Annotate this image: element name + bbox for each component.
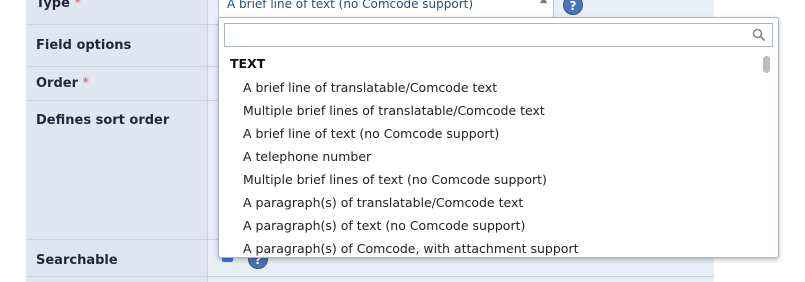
dropdown-scrollbar[interactable]: [763, 56, 770, 73]
type-select-value: A brief line of text (no Comcode support…: [227, 0, 474, 11]
dropdown-option[interactable]: A paragraph(s) of text (no Comcode suppo…: [243, 218, 525, 233]
required-marker: *: [74, 0, 81, 11]
magnifier-icon: [752, 28, 766, 42]
row-divider: [26, 276, 714, 277]
type-label-text: Type: [36, 0, 70, 11]
searchable-label: Searchable: [36, 253, 118, 268]
dropdown-option[interactable]: Multiple brief lines of text (no Comcode…: [243, 172, 547, 187]
field-options-label: Field options: [36, 38, 132, 53]
type-label: Type *: [36, 0, 81, 11]
dropdown-option[interactable]: Multiple brief lines of translatable/Com…: [243, 103, 545, 118]
dropdown-option[interactable]: A telephone number: [243, 149, 371, 164]
option-group-label: TEXT: [230, 56, 266, 71]
dropdown-option[interactable]: A paragraph(s) of Comcode, with attachme…: [243, 241, 578, 256]
dropdown-search-input[interactable]: [224, 23, 773, 47]
type-select[interactable]: A brief line of text (no Comcode support…: [218, 0, 554, 18]
type-dropdown-list: TEXT A brief line of translatable/Comcod…: [218, 17, 779, 258]
dropdown-option[interactable]: A brief line of translatable/Comcode tex…: [243, 80, 497, 95]
chevron-up-icon: ▲: [540, 0, 547, 5]
dropdown-option[interactable]: A brief line of text (no Comcode support…: [243, 126, 499, 141]
dropdown-option[interactable]: A paragraph(s) of translatable/Comcode t…: [243, 195, 523, 210]
defines-sort-order-label: Defines sort order: [36, 113, 170, 128]
order-label: Order *: [36, 76, 89, 91]
order-label-text: Order: [36, 76, 78, 91]
required-marker: *: [82, 76, 90, 91]
